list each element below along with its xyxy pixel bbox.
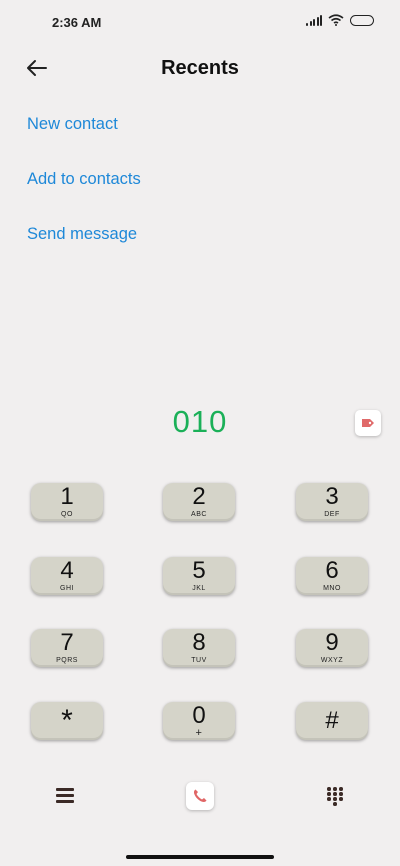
key-digit: *	[61, 704, 73, 737]
dialpad-button[interactable]	[327, 787, 343, 806]
status-icons	[306, 14, 374, 26]
add-to-contacts-link[interactable]: Add to contacts	[27, 163, 141, 218]
key-letters: ABC	[191, 511, 207, 518]
key-hash[interactable]: #	[296, 702, 368, 740]
key-letters: GHI	[60, 585, 74, 592]
key-digit: 7	[60, 629, 74, 656]
key-digit: 3	[325, 483, 339, 510]
key-0[interactable]: 0 +	[163, 702, 235, 740]
key-digit: 8	[192, 629, 206, 656]
key-star[interactable]: *	[31, 702, 103, 740]
key-1[interactable]: 1 QO	[31, 483, 103, 521]
status-time: 2:36 AM	[52, 15, 102, 30]
status-bar: 2:36 AM	[0, 0, 400, 44]
key-digit: 5	[192, 557, 206, 584]
key-5[interactable]: 5 JKL	[163, 557, 235, 595]
key-digit: 0	[192, 702, 206, 729]
key-8[interactable]: 8 TUV	[163, 629, 235, 667]
wifi-icon	[328, 14, 344, 26]
key-digit: 1	[60, 483, 74, 510]
new-contact-link[interactable]: New contact	[27, 108, 141, 163]
key-letters: MNO	[323, 585, 341, 592]
key-2[interactable]: 2 ABC	[163, 483, 235, 521]
key-9[interactable]: 9 WXYZ	[296, 629, 368, 667]
key-digit: 9	[325, 629, 339, 656]
menu-icon	[56, 788, 74, 803]
dialed-number[interactable]: 010	[0, 404, 400, 440]
key-letters: DEF	[324, 511, 340, 518]
phone-icon	[193, 789, 207, 803]
battery-icon	[350, 14, 374, 26]
action-list: New contact Add to contacts Send message	[27, 108, 141, 273]
key-digit: 2	[192, 483, 206, 510]
signal-icon	[306, 14, 322, 26]
key-letters: PQRS	[56, 657, 78, 664]
tag-button[interactable]	[355, 410, 381, 436]
tag-icon	[362, 419, 374, 427]
key-letters: +	[195, 727, 203, 739]
key-letters: JKL	[192, 585, 206, 592]
key-6[interactable]: 6 MNO	[296, 557, 368, 595]
send-message-link[interactable]: Send message	[27, 218, 141, 273]
key-letters: WXYZ	[320, 657, 344, 664]
home-indicator[interactable]	[126, 855, 274, 859]
key-7[interactable]: 7 PQRS	[31, 629, 103, 667]
key-letters: TUV	[191, 657, 207, 664]
key-digit: #	[325, 707, 339, 734]
call-button[interactable]	[186, 782, 214, 810]
key-digit: 4	[60, 557, 74, 584]
key-3[interactable]: 3 DEF	[296, 483, 368, 521]
page-title: Recents	[161, 57, 239, 79]
key-digit: 6	[325, 557, 339, 584]
menu-button[interactable]	[56, 788, 74, 804]
key-letters: QO	[61, 511, 73, 518]
header: Recents	[0, 44, 400, 92]
key-4[interactable]: 4 GHI	[31, 557, 103, 595]
bottom-bar	[0, 776, 400, 820]
